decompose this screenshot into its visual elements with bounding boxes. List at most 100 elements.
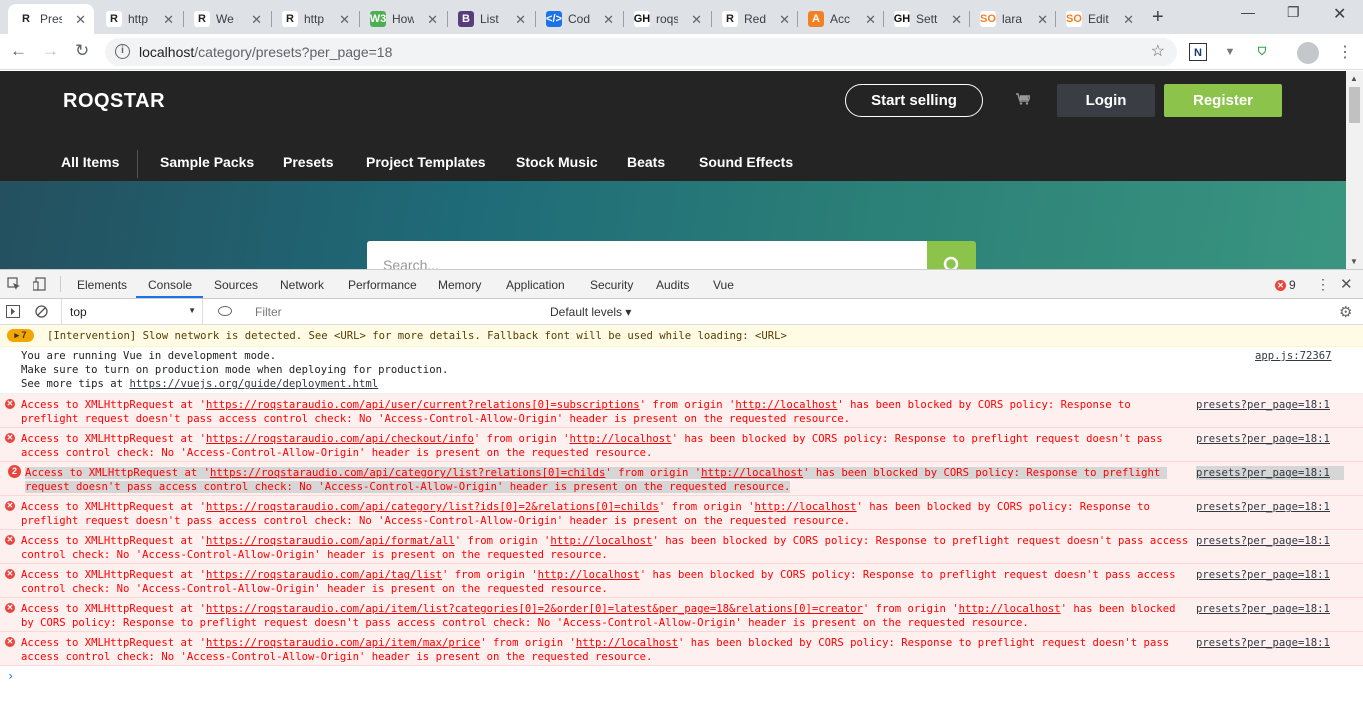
log-levels-dropdown[interactable]: Default levels ▾ <box>550 305 631 319</box>
scroll-up-icon[interactable]: ▲ <box>1350 74 1358 83</box>
request-url-link[interactable]: https://roqstaraudio.com/api/item/list?c… <box>206 603 863 615</box>
nav-stock-music[interactable]: Stock Music <box>516 154 598 170</box>
search-button[interactable] <box>927 241 976 269</box>
request-url-link[interactable]: https://roqstaraudio.com/api/category/li… <box>210 467 605 479</box>
origin-link[interactable]: http://localhost <box>538 569 640 581</box>
origin-link[interactable]: http://localhost <box>959 603 1061 615</box>
cart-icon[interactable] <box>1016 93 1030 105</box>
browser-tab[interactable]: Rhttp ✕ <box>96 4 182 34</box>
tab-sources[interactable]: Sources <box>214 278 258 292</box>
nav-beats[interactable]: Beats <box>627 154 665 170</box>
browser-menu-icon[interactable]: ⋮ <box>1337 42 1353 62</box>
console-error[interactable]: ✕ Access to XMLHttpRequest at 'https://ro… <box>0 496 1363 530</box>
tab-performance[interactable]: Performance <box>348 278 417 292</box>
browser-tab[interactable]: A Acc ✕ <box>798 4 884 34</box>
browser-tab[interactable]: GH roqs ✕ <box>624 4 710 34</box>
error-source-link[interactable]: presets?per_page=18:1 <box>1196 398 1330 412</box>
tab-close-icon[interactable]: ✕ <box>163 12 174 28</box>
extension-v-icon[interactable]: ▼ <box>1221 43 1239 61</box>
error-source-link[interactable]: presets?per_page=18:1 <box>1196 466 1344 480</box>
tab-close-icon[interactable]: ✕ <box>427 12 438 28</box>
nav-sample-packs[interactable]: Sample Packs <box>160 154 254 170</box>
site-logo[interactable]: ROQSTAR <box>63 90 165 113</box>
tab-close-icon[interactable]: ✕ <box>75 12 86 28</box>
extension-shield-icon[interactable]: ⛉ <box>1253 43 1271 61</box>
console-filter-field[interactable] <box>246 302 542 321</box>
console-error[interactable]: ✕ Access to XMLHttpRequest at 'https://ro… <box>0 598 1363 632</box>
login-button[interactable]: Login <box>1057 84 1155 117</box>
profile-avatar[interactable] <box>1297 42 1319 64</box>
devtools-close-icon[interactable]: ✕ <box>1340 275 1353 293</box>
info-icon[interactable]: i <box>115 44 130 59</box>
error-source-link[interactable]: presets?per_page=18:1 <box>1196 602 1330 616</box>
browser-tab[interactable]: Rhttp ✕ <box>272 4 358 34</box>
request-url-link[interactable]: https://roqstaraudio.com/api/tag/list <box>206 569 442 581</box>
forward-icon[interactable]: → <box>42 41 59 61</box>
page-scrollbar[interactable]: ▲ ▼ <box>1346 71 1363 269</box>
origin-link[interactable]: http://localhost <box>735 399 837 411</box>
address-bar[interactable]: i localhost/category/presets?per_page=18… <box>105 38 1177 66</box>
bookmark-star-icon[interactable]: ☆ <box>1151 41 1165 61</box>
tab-close-icon[interactable]: ✕ <box>1037 12 1048 28</box>
tab-close-icon[interactable]: ✕ <box>865 12 876 28</box>
console-filter-input[interactable] <box>247 303 541 320</box>
console-info[interactable]: You are running Vue in development mode.… <box>0 347 1363 394</box>
start-selling-button[interactable]: Start selling <box>845 84 983 117</box>
back-icon[interactable]: ← <box>10 41 27 61</box>
tab-close-icon[interactable]: ✕ <box>779 12 790 28</box>
browser-tab[interactable]: GH Sett ✕ <box>884 4 970 34</box>
error-counter[interactable]: ✕ 9 <box>1275 278 1296 292</box>
info-source-link[interactable]: app.js:72367 <box>1255 349 1332 363</box>
tab-close-icon[interactable]: ✕ <box>1123 12 1134 28</box>
tab-close-icon[interactable]: ✕ <box>251 12 262 28</box>
tab-security[interactable]: Security <box>590 278 633 292</box>
console-error[interactable]: ✕ Access to XMLHttpRequest at 'https://ro… <box>0 530 1363 564</box>
tab-close-icon[interactable]: ✕ <box>691 12 702 28</box>
browser-tab[interactable]: SO lara ✕ <box>970 4 1056 34</box>
error-source-link[interactable]: presets?per_page=18:1 <box>1196 636 1330 650</box>
scrollbar-thumb[interactable] <box>1349 87 1360 123</box>
extension-n-icon[interactable]: N <box>1189 43 1207 61</box>
tab-vue[interactable]: Vue <box>713 278 734 292</box>
origin-link[interactable]: http://localhost <box>570 433 672 445</box>
nav-sound-effects[interactable]: Sound Effects <box>699 154 793 170</box>
vue-docs-link[interactable]: https://vuejs.org/guide/deployment.html <box>129 378 378 390</box>
console-error[interactable]: ✕ Access to XMLHttpRequest at 'https://ro… <box>0 632 1363 666</box>
tab-close-icon[interactable]: ✕ <box>339 12 350 28</box>
minimize-icon[interactable]: — <box>1241 4 1255 20</box>
tab-close-icon[interactable]: ✕ <box>951 12 962 28</box>
live-expression-eye-icon[interactable] <box>218 306 232 316</box>
origin-link[interactable]: http://localhost <box>576 637 678 649</box>
browser-tab[interactable]: R We h ✕ <box>184 4 270 34</box>
nav-project-templates[interactable]: Project Templates <box>366 154 486 170</box>
error-source-link[interactable]: presets?per_page=18:1 <box>1196 500 1330 514</box>
tab-close-icon[interactable]: ✕ <box>603 12 614 28</box>
console-error[interactable]: ✕ Access to XMLHttpRequest at 'https://ro… <box>0 394 1363 428</box>
request-url-link[interactable]: https://roqstaraudio.com/api/user/curren… <box>206 399 640 411</box>
request-url-link[interactable]: https://roqstaraudio.com/api/format/all <box>206 535 455 547</box>
browser-tab[interactable]: R Pres ✕ <box>8 4 94 34</box>
reload-icon[interactable]: ↻ <box>75 41 89 61</box>
console-error[interactable]: ✕ Access to XMLHttpRequest at 'https://ro… <box>0 564 1363 598</box>
device-toolbar-icon[interactable] <box>33 277 47 291</box>
register-button[interactable]: Register <box>1164 84 1282 117</box>
clear-console-icon[interactable] <box>35 305 48 318</box>
tab-network[interactable]: Network <box>280 278 324 292</box>
browser-tab[interactable]: SO Edit ✕ <box>1056 4 1142 34</box>
url-text[interactable]: localhost/category/presets?per_page=18 <box>139 44 392 60</box>
origin-link[interactable]: http://localhost <box>550 535 652 547</box>
tab-memory[interactable]: Memory <box>438 278 481 292</box>
browser-tab[interactable]: R Redi ✕ <box>712 4 798 34</box>
console-settings-gear-icon[interactable]: ⚙ <box>1339 303 1352 321</box>
scroll-down-icon[interactable]: ▼ <box>1350 257 1358 266</box>
console-error[interactable]: ✕ Access to XMLHttpRequest at 'https://ro… <box>0 428 1363 462</box>
request-url-link[interactable]: https://roqstaraudio.com/api/checkout/in… <box>206 433 474 445</box>
restore-icon[interactable]: ❐ <box>1287 4 1300 21</box>
origin-link[interactable]: http://localhost <box>754 501 856 513</box>
browser-tab[interactable]: </> Cod ✕ <box>536 4 622 34</box>
console-error[interactable]: 2 Access to XMLHttpRequest at 'https://ro… <box>0 462 1363 496</box>
tab-application[interactable]: Application <box>506 278 565 292</box>
browser-tab[interactable]: W3 How ✕ <box>360 4 446 34</box>
tab-audits[interactable]: Audits <box>656 278 689 292</box>
tab-console[interactable]: Console <box>148 278 192 292</box>
